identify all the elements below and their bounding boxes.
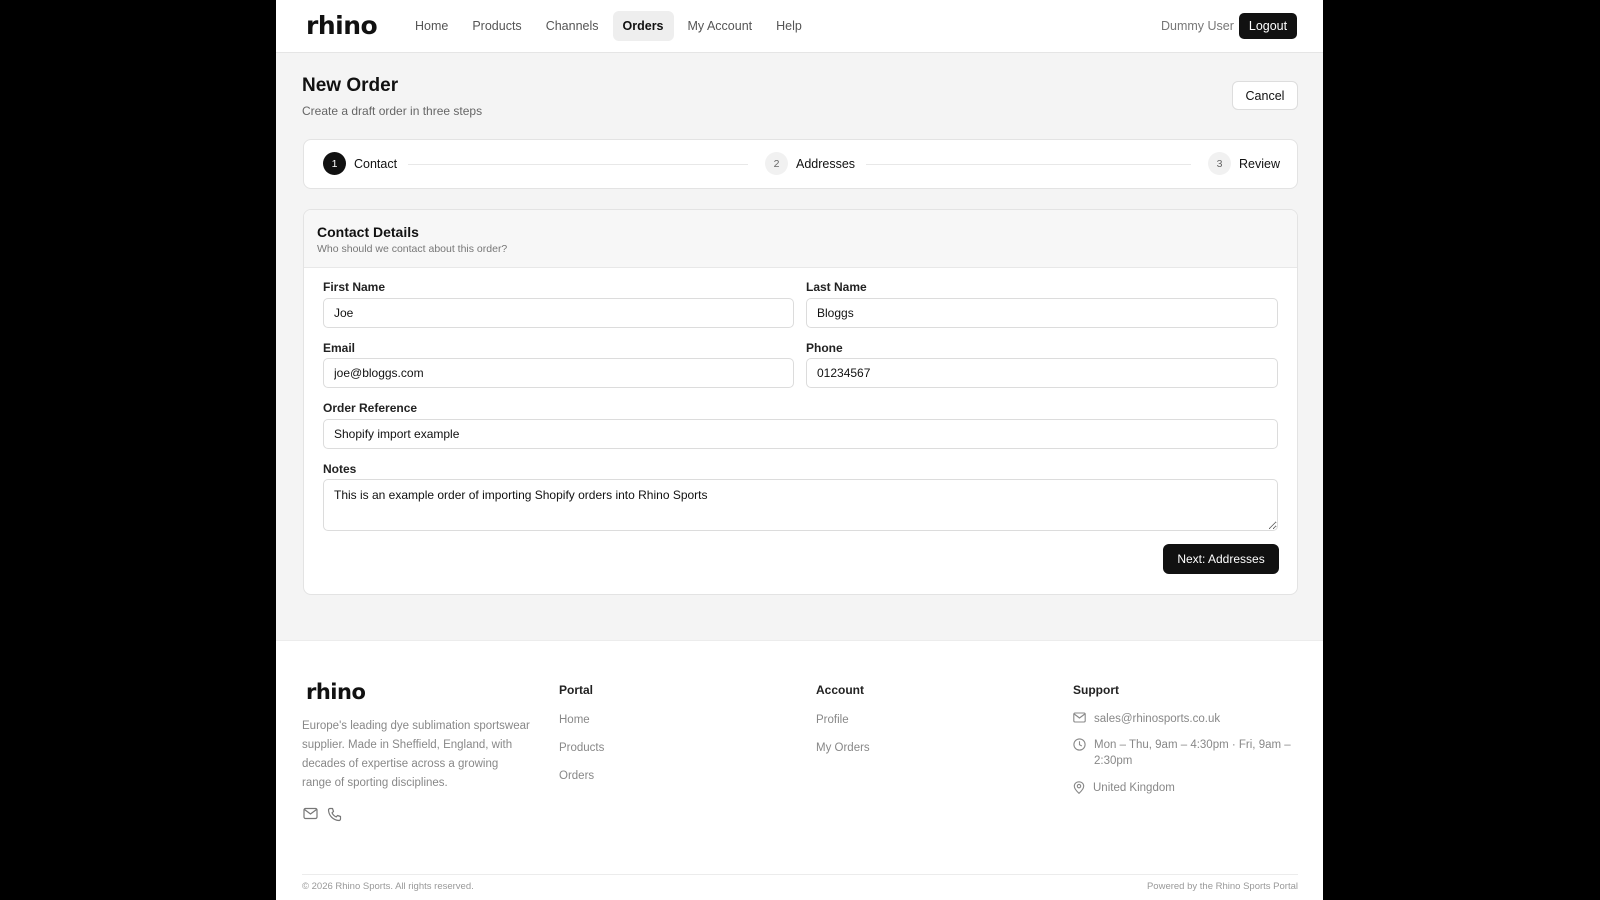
footer-link-products[interactable]: Products [559,742,604,754]
support-email-row[interactable]: sales@rhinosports.co.uk [1073,711,1298,727]
page-subtitle: Create a draft order in three steps [302,104,483,118]
site-footer: rhino Europe's leading dye sublimation s… [276,640,1323,900]
email-label: Email [323,341,356,355]
copyright-text: © 2026 Rhino Sports. All rights reserved… [302,881,474,892]
mail-icon [1073,712,1086,723]
next-addresses-button[interactable]: Next: Addresses [1163,544,1279,574]
top-nav-bar: rhino Home Products Channels Orders My A… [276,0,1323,53]
card-title: Contact Details [317,224,419,240]
card-header: Contact Details Who should we contact ab… [304,210,1297,268]
nav-products[interactable]: Products [462,11,531,41]
footer-link-profile[interactable]: Profile [816,714,849,726]
nav-home[interactable]: Home [405,11,458,41]
notes-textarea[interactable]: This is an example order of importing Sh… [323,479,1278,531]
email-input[interactable] [323,358,794,388]
footer-account-title: Account [816,683,864,697]
support-email[interactable]: sales@rhinosports.co.uk [1094,711,1220,727]
order-reference-label: Order Reference [323,401,418,415]
footer-link-my-orders[interactable]: My Orders [816,742,870,754]
map-pin-icon [1073,781,1085,794]
clock-icon [1073,738,1086,751]
footer-portal-title: Portal [559,683,594,697]
step-number: 2 [765,152,788,175]
phone-input[interactable] [806,358,1278,388]
phone-label: Phone [806,341,843,355]
app-frame: rhino Home Products Channels Orders My A… [276,0,1323,900]
step-label: Review [1239,156,1280,171]
nav-channels[interactable]: Channels [536,11,609,41]
order-stepper: 1 Contact 2 Addresses 3 Review [303,139,1298,189]
phone-icon[interactable] [327,807,342,822]
notes-label: Notes [323,462,357,476]
page-title: New Order [302,75,399,96]
footer-logo: rhino [306,680,366,704]
nav-orders[interactable]: Orders [612,11,674,41]
step-addresses[interactable]: 2 Addresses [765,152,855,175]
last-name-input[interactable] [806,298,1278,328]
order-reference-input[interactable] [323,419,1278,449]
logout-button[interactable]: Logout [1239,13,1297,39]
footer-divider [302,874,1298,875]
step-label: Addresses [796,156,856,171]
footer-link-home[interactable]: Home [559,714,590,726]
footer-link-orders[interactable]: Orders [559,770,594,782]
footer-support-title: Support [1073,683,1119,697]
nav-help[interactable]: Help [766,11,812,41]
main-nav: Home Products Channels Orders My Account… [405,11,812,41]
card-subtitle: Who should we contact about this order? [317,243,508,255]
contact-details-card: Contact Details Who should we contact ab… [303,209,1298,595]
support-hours-row: Mon – Thu, 9am – 4:30pm · Fri, 9am – 2:3… [1073,737,1298,769]
user-name: Dummy User [1161,19,1234,33]
last-name-label: Last Name [806,280,867,294]
support-location-row: United Kingdom [1073,780,1298,796]
cancel-button[interactable]: Cancel [1232,81,1298,110]
first-name-label: First Name [323,280,386,294]
first-name-input[interactable] [323,298,794,328]
footer-description: Europe's leading dye sublimation sportsw… [302,720,530,789]
step-contact[interactable]: 1 Contact [323,152,397,175]
step-connector [408,164,748,165]
step-label: Contact [354,156,398,171]
mail-icon[interactable] [303,807,318,822]
step-connector [866,164,1191,165]
support-hours: Mon – Thu, 9am – 4:30pm · Fri, 9am – 2:3… [1094,739,1291,767]
support-location: United Kingdom [1093,782,1175,794]
rhino-logo[interactable]: rhino [306,11,378,40]
nav-my-account[interactable]: My Account [678,11,763,41]
step-number: 3 [1208,152,1231,175]
step-review[interactable]: 3 Review [1208,152,1280,175]
step-number: 1 [323,152,346,175]
footer-contact-icons [303,807,342,822]
powered-by-text: Powered by the Rhino Sports Portal [1146,881,1298,892]
